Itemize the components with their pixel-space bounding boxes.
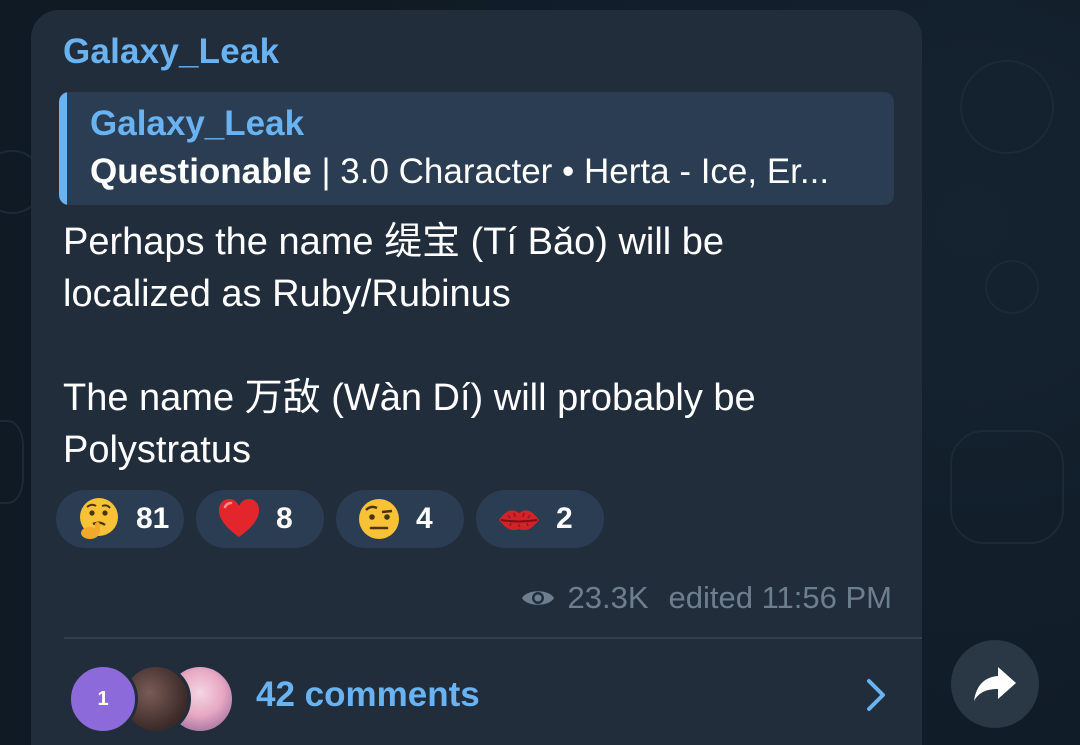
- reaction-count: 81: [136, 502, 170, 535]
- reaction-thinking[interactable]: 81: [56, 490, 184, 548]
- chat-background: Galaxy_Leak Galaxy_Leak Questionable | 3…: [0, 0, 1080, 745]
- wallpaper-doodle: [0, 420, 24, 504]
- thinking-face-icon: [76, 496, 122, 542]
- share-button[interactable]: [951, 640, 1039, 728]
- reply-snippet-text: | 3.0 Character • Herta - Ice, Er...: [311, 152, 830, 191]
- message-line: Perhaps the name 缇宝 (Tí Bǎo) will be: [63, 221, 725, 263]
- post-author[interactable]: Galaxy_Leak: [63, 32, 279, 72]
- comments-button[interactable]: 1 42 comments: [31, 639, 922, 745]
- wallpaper-doodle: [960, 60, 1054, 154]
- comments-count-label: 42 comments: [256, 675, 480, 714]
- kiss-mark-icon: [496, 496, 542, 542]
- message-text: Perhaps the name 缇宝 (Tí Bǎo) will be loc…: [63, 216, 903, 476]
- view-count: 23.3K: [567, 580, 649, 615]
- channel-post-bubble: Galaxy_Leak Galaxy_Leak Questionable | 3…: [31, 10, 922, 745]
- message-line: Polystratus: [63, 429, 251, 471]
- message-line: localized as Ruby/Rubinus: [63, 273, 511, 315]
- reaction-count: 8: [276, 502, 293, 535]
- message-line: The name 万敌 (Wàn Dí) will probably be: [63, 377, 756, 419]
- avatar: 1: [68, 664, 138, 734]
- eye-icon: [521, 591, 554, 605]
- post-meta: 23.3K edited 11:56 PM: [520, 580, 892, 616]
- share-arrow-icon: [974, 667, 1016, 701]
- reaction-raised-eyebrow[interactable]: 4: [336, 490, 464, 548]
- avatar-badge: 1: [97, 687, 109, 710]
- chevron-right-icon: [867, 679, 885, 711]
- reaction-kiss[interactable]: 2: [476, 490, 604, 548]
- face-with-raised-eyebrow-icon: [356, 496, 402, 542]
- reply-bold-prefix: Questionable: [90, 152, 312, 191]
- reactions-bar: 81 8 4 2: [56, 490, 604, 548]
- reply-accent-bar: [59, 92, 67, 205]
- reaction-count: 4: [416, 502, 433, 535]
- wallpaper-doodle: [950, 430, 1064, 544]
- edited-timestamp: edited 11:56 PM: [668, 580, 892, 615]
- red-heart-icon: [216, 496, 262, 542]
- reply-author: Galaxy_Leak: [90, 104, 305, 143]
- reaction-count: 2: [556, 502, 573, 535]
- forwarded-reply-preview[interactable]: Galaxy_Leak Questionable | 3.0 Character…: [59, 92, 894, 205]
- reaction-heart[interactable]: 8: [196, 490, 324, 548]
- reply-snippet: Questionable | 3.0 Character • Herta - I…: [90, 152, 880, 192]
- wallpaper-doodle: [985, 260, 1039, 314]
